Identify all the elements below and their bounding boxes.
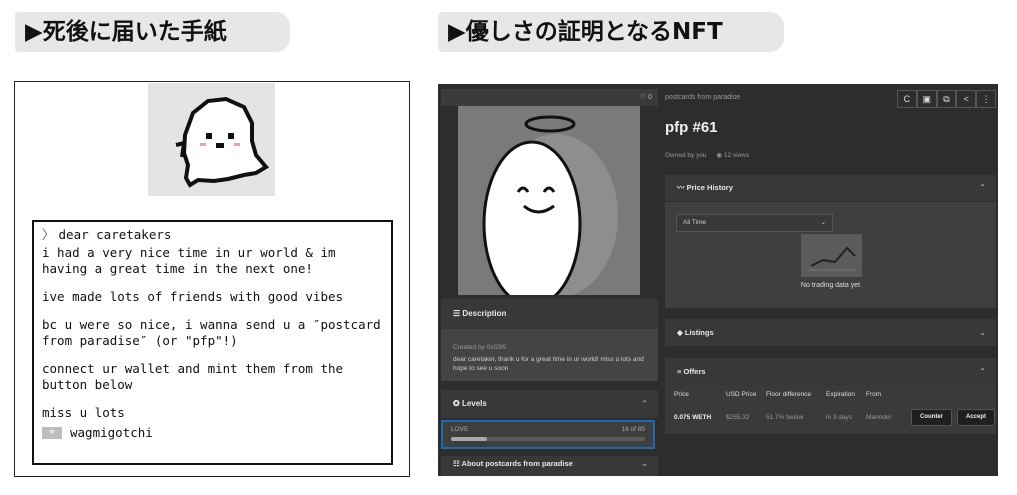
eye-icon: ◉ (716, 152, 723, 159)
owner-info: Owned by you ◉ 12 views (665, 152, 750, 159)
trend-icon: 〰 (677, 183, 687, 192)
more-icon[interactable]: ⋮ (976, 90, 996, 108)
heart-icon: ♥ (42, 427, 62, 439)
transfer-icon[interactable]: ▣ (916, 90, 937, 108)
nft-image[interactable] (458, 106, 640, 295)
price-history-header[interactable]: 〰 Price History ⌃ (665, 175, 996, 201)
letter-paragraph: miss u lots (42, 405, 125, 420)
refresh-icon[interactable]: C (897, 90, 917, 108)
time-range-select[interactable]: All Time ⌄ (676, 214, 833, 232)
offer-from[interactable]: Mannder (866, 414, 906, 421)
view-count: 12 views (723, 152, 750, 159)
letter-panel: 〉 dear caretakers i had a very nice time … (14, 81, 410, 477)
description-icon: ☰ (453, 309, 463, 318)
offers-table-header: Price USD Price Floor difference Expirat… (674, 391, 906, 398)
offer-price: 0.075 WETH (674, 413, 712, 421)
share-icon[interactable]: < (956, 90, 977, 108)
letter-paragraph: ive made lots of friends with good vibes (42, 289, 344, 304)
nft-item-page: ♡ 0 ☰ Description Created by 0xf295 dear… (438, 84, 998, 476)
accept-button[interactable]: Accept (957, 408, 996, 426)
chevron-down-icon: ⌄ (979, 328, 986, 337)
letter-paragraph: i had a very nice time in ur world & im … (42, 245, 336, 276)
level-love: LOVE 16 of 85 (441, 420, 655, 449)
description-body: Created by 0xf295 dear caretaker, thank … (441, 329, 658, 381)
levels-icon: ✪ (453, 399, 462, 408)
offers-header[interactable]: ≡ Offers ⌃ (665, 358, 996, 386)
letter-signature: ♥ wagmigotchi (42, 425, 383, 441)
offers-body: Price USD Price Floor difference Expirat… (665, 386, 996, 434)
description-header[interactable]: ☰ Description (441, 299, 658, 329)
level-progress-fill (451, 437, 488, 441)
table-row: 0.075 WETH $255.32 51.7% below in 3 days… (674, 407, 996, 427)
item-toolbar: C ▣ ⧉ < ⋮ (897, 90, 996, 108)
level-value: 16 of 85 (621, 426, 646, 433)
letter-greeting: 〉 dear caretakers (42, 227, 172, 242)
chevron-down-icon: ⌄ (641, 459, 648, 468)
description-text: dear caretaker, thank u for a great time… (453, 356, 644, 372)
external-link-icon[interactable]: ⧉ (936, 90, 957, 108)
offer-floor-diff: 51.7% below (766, 413, 804, 421)
levels-header[interactable]: ✪ Levels ⌃ (441, 390, 658, 418)
column-header: Floor difference (766, 391, 812, 398)
about-collection-header[interactable]: ☷ About postcards from paradise ⌄ (441, 456, 658, 476)
list-icon: ☷ (453, 459, 462, 468)
created-by[interactable]: Created by 0xf295 (453, 343, 646, 352)
item-title: pfp #61 (665, 119, 718, 136)
letter-paragraph: connect ur wallet and mint them from the… (42, 361, 344, 392)
column-header: Price (674, 391, 689, 398)
no-data-message: No trading data yet (800, 282, 861, 289)
favorite-count[interactable]: ♡ 0 (441, 89, 658, 106)
signature-name: wagmigotchi (70, 425, 153, 440)
chevron-up-icon: ⌃ (979, 367, 986, 376)
level-progress-bar (451, 437, 645, 441)
column-header: Expiration (826, 391, 855, 398)
offer-usd: $255.32 (726, 413, 750, 421)
collection-link[interactable]: postcards from paradise (665, 94, 740, 101)
level-name: LOVE (451, 426, 469, 433)
section-header-nft: ▶優しさの証明となるNFT (438, 12, 784, 52)
chevron-up-icon: ⌃ (979, 183, 986, 192)
letter-paragraph: bc u were so nice, i wanna send u a ″pos… (42, 317, 381, 348)
section-header-letter: ▶死後に届いた手紙 (15, 12, 290, 52)
listings-header[interactable]: ◆ Listings ⌄ (665, 319, 996, 346)
price-history-body: All Time ⌄ No trading data yet (665, 202, 996, 308)
counter-button[interactable]: Counter (911, 408, 952, 426)
angel-egg-icon (482, 115, 618, 295)
ghost-image (148, 83, 275, 196)
letter-message: 〉 dear caretakers i had a very nice time … (32, 220, 393, 465)
ghost-icon (175, 96, 270, 188)
column-header: From (866, 391, 882, 398)
chevron-down-icon: ⌄ (820, 219, 826, 226)
chevron-up-icon: ⌃ (641, 399, 648, 408)
empty-chart-icon (801, 234, 862, 277)
tag-icon: ◆ (677, 328, 685, 337)
column-header: USD Price (726, 391, 757, 398)
offer-expiration: in 3 days (826, 413, 853, 421)
